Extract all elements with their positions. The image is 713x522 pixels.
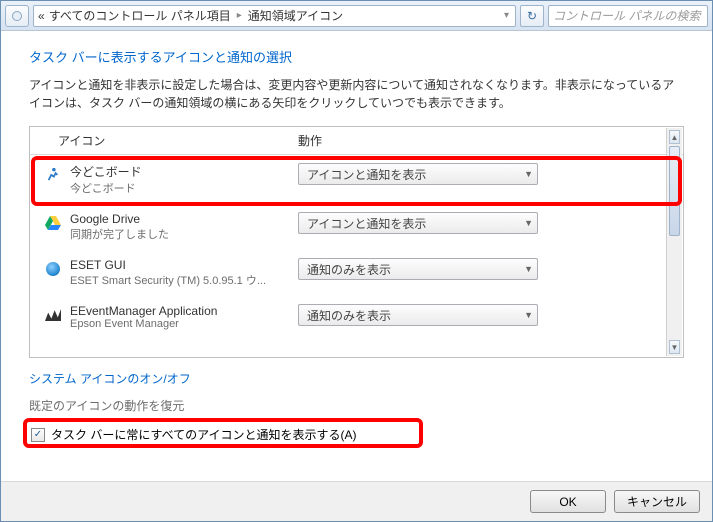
row-title: EEventManager Application xyxy=(70,304,290,318)
chevron-right-icon: ▸ xyxy=(235,10,244,21)
chevron-down-icon: ▼ xyxy=(524,310,533,320)
refresh-button[interactable]: ↻ xyxy=(520,5,544,27)
chevron-down-icon[interactable]: ▾ xyxy=(502,10,511,21)
row-text-group: 今どこボード 今どこボード xyxy=(70,163,290,196)
scroll-down-arrow-icon[interactable]: ▼ xyxy=(669,340,680,354)
chevron-down-icon: ▼ xyxy=(524,264,533,274)
row-text-group: EEventManager Application Epson Event Ma… xyxy=(70,304,290,330)
icons-panel: アイコン 動作 今どこボード 今どこボード アイコンと通知を表示 xyxy=(29,126,684,358)
behavior-dropdown[interactable]: アイコンと通知を表示 ▼ xyxy=(298,212,538,234)
table-row: ESET GUI ESET Smart Security (TM) 5.0.95… xyxy=(30,250,683,296)
system-icons-link[interactable]: システム アイコンのオン/オフ xyxy=(29,370,684,387)
page-description: アイコンと通知を非表示に設定した場合は、変更内容や更新内容について通知されなくな… xyxy=(29,76,684,112)
page-title: タスク バーに表示するアイコンと通知の選択 xyxy=(29,47,684,66)
dropdown-value: 通知のみを表示 xyxy=(307,261,391,278)
row-action: 通知のみを表示 ▼ xyxy=(298,258,659,280)
dropdown-value: アイコンと通知を表示 xyxy=(307,166,426,183)
row-title: Google Drive xyxy=(70,212,290,226)
table-row: EEventManager Application Epson Event Ma… xyxy=(30,296,683,338)
imadoko-icon xyxy=(44,165,62,183)
scroll-up-arrow-icon[interactable]: ▲ xyxy=(669,130,680,144)
breadcrumb-back-glyph: « xyxy=(38,9,45,23)
dropdown-value: アイコンと通知を表示 xyxy=(307,215,426,232)
ok-button[interactable]: OK xyxy=(530,490,606,513)
icons-panel-wrap: アイコン 動作 今どこボード 今どこボード アイコンと通知を表示 xyxy=(29,126,684,358)
row-action: 通知のみを表示 ▼ xyxy=(298,304,659,326)
chevron-down-icon: ▼ xyxy=(524,218,533,228)
dropdown-value: 通知のみを表示 xyxy=(307,307,391,324)
row-title: 今どこボード xyxy=(70,163,290,180)
row-subtitle: Epson Event Manager xyxy=(70,318,290,330)
epson-icon xyxy=(44,306,62,324)
behavior-dropdown[interactable]: 通知のみを表示 ▼ xyxy=(298,258,538,280)
row-text-group: ESET GUI ESET Smart Security (TM) 5.0.95… xyxy=(70,258,290,288)
row-subtitle: 今どこボード xyxy=(70,180,290,196)
row-action: アイコンと通知を表示 ▼ xyxy=(298,212,659,234)
behavior-dropdown[interactable]: 通知のみを表示 ▼ xyxy=(298,304,538,326)
row-title: ESET GUI xyxy=(70,258,290,272)
search-placeholder: コントロール パネルの検索 xyxy=(553,7,700,24)
row-subtitle: 同期が完了しました xyxy=(70,226,290,242)
cancel-button[interactable]: キャンセル xyxy=(614,490,700,513)
row-action: アイコンと通知を表示 ▼ xyxy=(298,163,659,185)
table-header: アイコン 動作 xyxy=(30,127,683,155)
row-subtitle: ESET Smart Security (TM) 5.0.95.1 ウ... xyxy=(70,272,290,288)
chevron-down-icon: ▼ xyxy=(524,169,533,179)
scrollbar-thumb[interactable] xyxy=(669,146,680,236)
eset-icon xyxy=(44,260,62,278)
breadcrumb[interactable]: « すべてのコントロール パネル項目 ▸ 通知領域アイコン ▾ xyxy=(33,5,516,27)
always-show-checkbox[interactable]: ✓ xyxy=(31,428,45,442)
search-input[interactable]: コントロール パネルの検索 xyxy=(548,5,708,27)
vertical-scrollbar[interactable]: ▲ ▼ xyxy=(666,128,682,356)
column-header-action: 動作 xyxy=(298,132,659,149)
breadcrumb-current[interactable]: 通知領域アイコン xyxy=(248,7,343,24)
dialog-button-bar: OK キャンセル xyxy=(1,481,712,521)
row-text-group: Google Drive 同期が完了しました xyxy=(70,212,290,242)
breadcrumb-parent[interactable]: すべてのコントロール パネル項目 xyxy=(49,7,231,24)
restore-defaults-link[interactable]: 既定のアイコンの動作を復元 xyxy=(29,397,684,414)
behavior-dropdown[interactable]: アイコンと通知を表示 ▼ xyxy=(298,163,538,185)
gdrive-icon xyxy=(44,214,62,232)
nav-back-button[interactable] xyxy=(5,5,29,27)
column-header-icon: アイコン xyxy=(58,132,298,149)
table-row: Google Drive 同期が完了しました アイコンと通知を表示 ▼ xyxy=(30,204,683,250)
table-row: 今どこボード 今どこボード アイコンと通知を表示 ▼ xyxy=(30,155,683,204)
refresh-icon: ↻ xyxy=(527,9,537,23)
address-bar: « すべてのコントロール パネル項目 ▸ 通知領域アイコン ▾ ↻ コントロール… xyxy=(1,1,712,31)
always-show-checkbox-row[interactable]: ✓ タスク バーに常にすべてのアイコンと通知を表示する(A) xyxy=(29,422,684,447)
content-pane: タスク バーに表示するアイコンと通知の選択 アイコンと通知を非表示に設定した場合… xyxy=(1,31,712,481)
control-panel-window: « すべてのコントロール パネル項目 ▸ 通知領域アイコン ▾ ↻ コントロール… xyxy=(0,0,713,522)
checkbox-label: タスク バーに常にすべてのアイコンと通知を表示する(A) xyxy=(51,426,357,443)
